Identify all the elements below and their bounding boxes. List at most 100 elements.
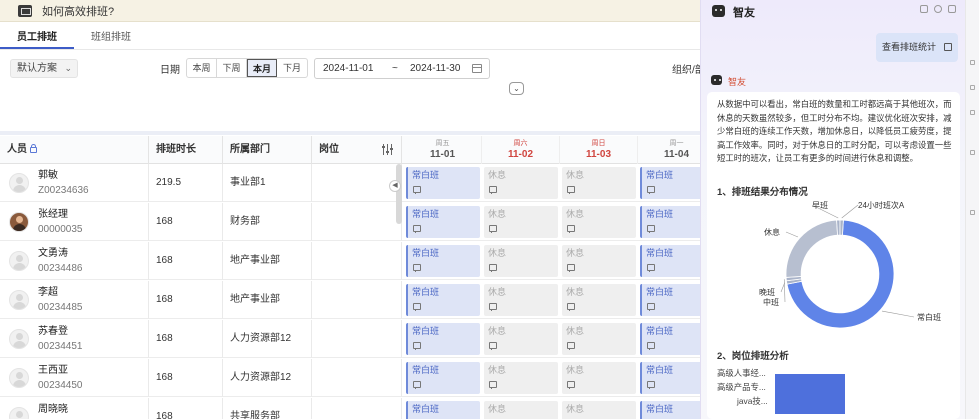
chevron-down-icon: ⌄ (64, 63, 72, 73)
date-label: 日期 (160, 65, 180, 76)
donut-label: 中班 (763, 297, 779, 307)
donut-label: 24小时班次A (858, 200, 905, 210)
comment-icon[interactable] (489, 303, 497, 311)
shift-label: 常白班 (646, 170, 674, 180)
comment-icon[interactable] (413, 303, 421, 311)
comment-icon[interactable] (647, 381, 655, 389)
toolbar-icon[interactable] (970, 60, 975, 65)
comment-icon[interactable] (567, 264, 575, 272)
comment-icon[interactable] (647, 186, 655, 194)
shift-cell[interactable]: 休息 (562, 167, 636, 199)
table-row[interactable]: 王西亚 00234450 168 人力资源部12 常白班 休息 休息 常白班 (0, 359, 714, 397)
comment-icon[interactable] (567, 303, 575, 311)
close-icon[interactable] (948, 5, 956, 13)
date-range-picker[interactable]: 2024-11-01 ~ 2024-11-30 (314, 58, 490, 79)
shift-cell[interactable]: 休息 (484, 206, 558, 238)
table-scrollbar[interactable] (396, 164, 402, 224)
settings-icon[interactable] (934, 5, 942, 13)
comment-icon[interactable] (489, 225, 497, 233)
shift-cell[interactable]: 常白班 (406, 362, 480, 394)
range-next-month-button[interactable]: 下月 (277, 59, 307, 77)
shift-label: 常白班 (412, 326, 440, 336)
shift-cell[interactable]: 休息 (484, 284, 558, 316)
comment-icon[interactable] (647, 225, 655, 233)
position-cell (312, 281, 402, 319)
range-button-group: 本周 下周 本月 下月 (186, 58, 308, 78)
toolbar-icon[interactable] (970, 150, 975, 155)
comment-icon[interactable] (567, 186, 575, 194)
avatar (9, 368, 29, 388)
shift-cell[interactable]: 休息 (562, 401, 636, 419)
toolbar-icon[interactable] (970, 210, 975, 215)
position-cell (312, 398, 402, 419)
tab-employee-schedule[interactable]: 员工排班 (0, 26, 74, 49)
range-next-week-button[interactable]: 下周 (217, 59, 247, 77)
range-this-month-button[interactable]: 本月 (247, 59, 277, 77)
comment-icon[interactable] (647, 264, 655, 272)
view-stats-button[interactable]: 查看排班统计 (876, 33, 958, 62)
comment-icon[interactable] (489, 186, 497, 194)
shift-cell[interactable]: 休息 (484, 401, 558, 419)
scroll-left-icon[interactable]: ◀ (389, 180, 401, 192)
donut-slice-4[interactable] (836, 219, 841, 236)
shift-cell[interactable]: 常白班 (406, 401, 480, 419)
shift-cell[interactable]: 休息 (484, 245, 558, 277)
shift-cell[interactable]: 常白班 (406, 245, 480, 277)
column-dept[interactable]: 所属部门 (223, 136, 312, 164)
shift-cell[interactable]: 休息 (562, 284, 636, 316)
avatar (9, 212, 29, 232)
person-name: 李超 (38, 287, 58, 298)
comment-icon[interactable] (489, 264, 497, 272)
shift-cell[interactable]: 常白班 (406, 167, 480, 199)
shift-cell[interactable]: 休息 (562, 323, 636, 355)
table-row[interactable]: 张经理 00000035 168 财务部 常白班 休息 休息 常白班 (0, 203, 714, 241)
right-toolbar (965, 0, 979, 419)
plan-select[interactable]: 默认方案 ⌄ (10, 59, 78, 78)
section-position-title: 2、岗位排班分析 (717, 351, 789, 362)
column-hours[interactable]: 排班时长 (149, 136, 223, 164)
table-row[interactable]: 郭敏 Z00234636 219.5 事业部1 常白班 休息 休息 常白班 (0, 164, 714, 202)
comment-icon[interactable] (413, 225, 421, 233)
person-cell: 郭敏 Z00234636 (0, 164, 149, 202)
toolbar-icon[interactable] (970, 110, 975, 115)
collapse-toggle-button[interactable]: ⌄ (509, 82, 524, 95)
comment-icon[interactable] (413, 381, 421, 389)
comment-icon[interactable] (567, 381, 575, 389)
table-row[interactable]: 苏春登 00234451 168 人力资源部12 常白班 休息 休息 常白班 (0, 320, 714, 358)
tab-team-schedule[interactable]: 班组排班 (74, 26, 148, 49)
shift-cell[interactable]: 常白班 (406, 323, 480, 355)
expand-icon[interactable] (920, 5, 928, 13)
assistant-title: 智友 (733, 7, 755, 19)
dept-cell: 财务部 (223, 203, 312, 241)
donut-slice-3[interactable] (785, 219, 838, 278)
comment-icon[interactable] (413, 342, 421, 350)
comment-icon[interactable] (413, 264, 421, 272)
table-row[interactable]: 周晓晓 168 共享服务部 常白班 休息 休息 常白班 (0, 398, 714, 419)
shift-cell[interactable]: 休息 (484, 167, 558, 199)
column-settings-icon[interactable] (382, 144, 393, 155)
shift-cell[interactable]: 休息 (562, 206, 636, 238)
donut-slice-5[interactable] (839, 219, 844, 236)
comment-icon[interactable] (647, 342, 655, 350)
shift-cell[interactable]: 常白班 (406, 284, 480, 316)
table-row[interactable]: 文勇涛 00234486 168 地产事业部 常白班 休息 休息 常白班 (0, 242, 714, 280)
comment-icon[interactable] (413, 186, 421, 194)
comment-icon[interactable] (567, 342, 575, 350)
table-row[interactable]: 李超 00234485 168 地产事业部 常白班 休息 休息 常白班 (0, 281, 714, 319)
shift-cell[interactable]: 休息 (484, 362, 558, 394)
sender-robot-icon (711, 75, 722, 85)
comment-icon[interactable] (489, 381, 497, 389)
shift-cell[interactable]: 休息 (562, 362, 636, 394)
comment-icon[interactable] (567, 225, 575, 233)
comment-icon[interactable] (647, 303, 655, 311)
comment-icon[interactable] (489, 342, 497, 350)
range-this-week-button[interactable]: 本周 (187, 59, 217, 77)
shift-cell[interactable]: 常白班 (406, 206, 480, 238)
toolbar-icon[interactable] (970, 85, 975, 90)
column-person-label: 人员 (7, 144, 27, 155)
shift-cell[interactable]: 休息 (562, 245, 636, 277)
title-bar: 如何高效排班? (0, 0, 700, 22)
person-cell: 周晓晓 (0, 398, 149, 419)
plan-select-value: 默认方案 (17, 63, 57, 74)
shift-cell[interactable]: 休息 (484, 323, 558, 355)
